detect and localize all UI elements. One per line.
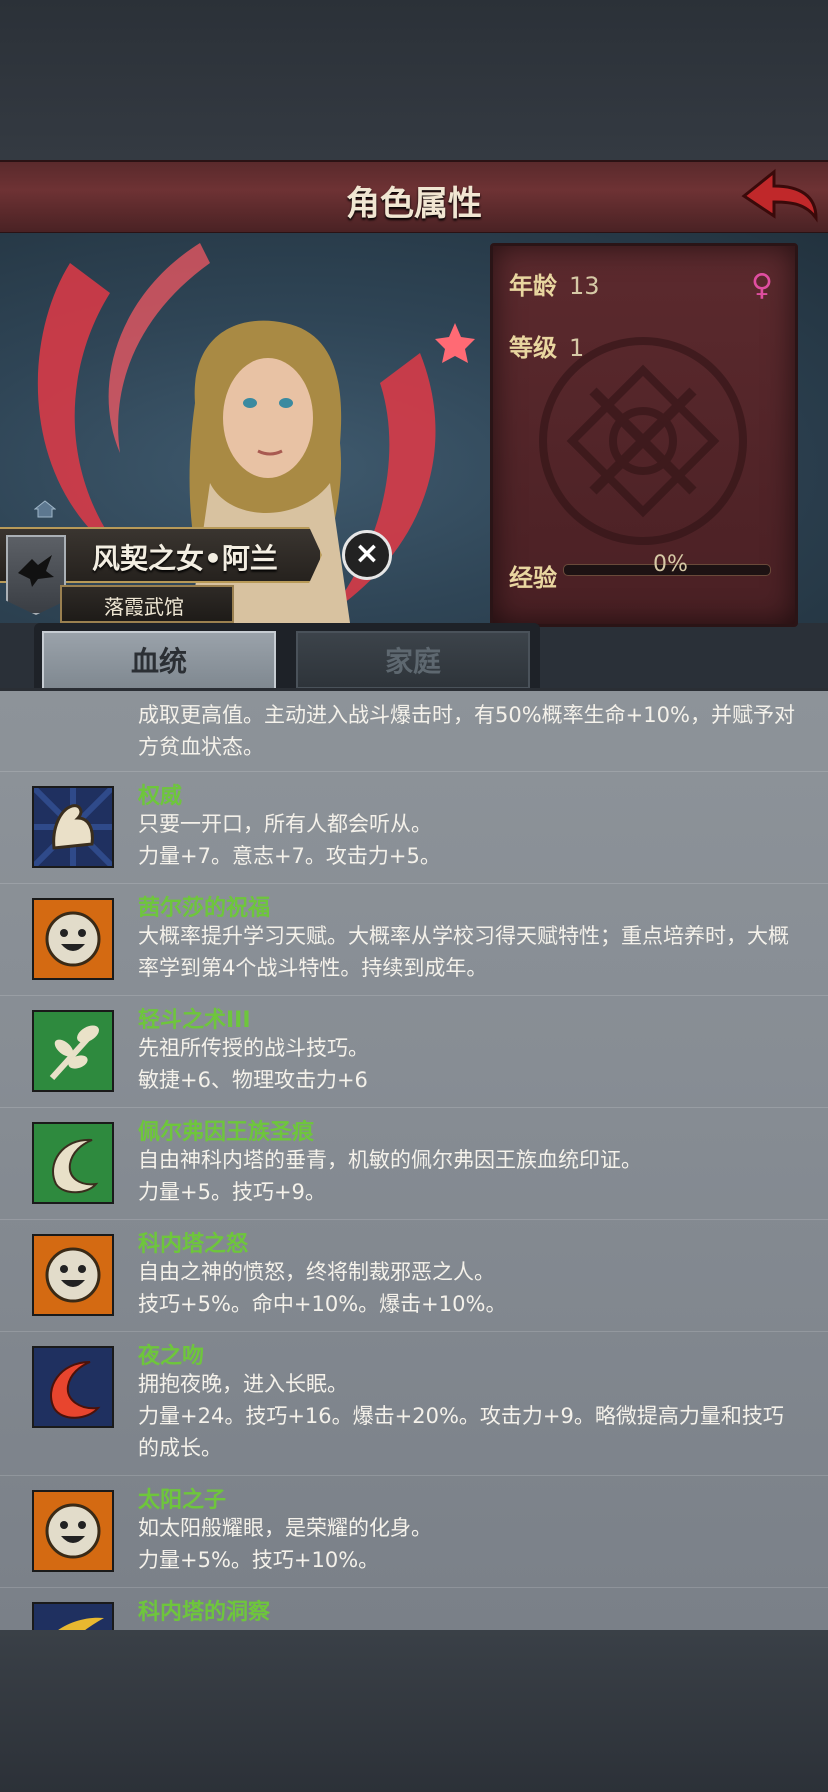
trait-effect-line: 力量+5%。技巧+10%。 — [138, 1548, 380, 1572]
crescent-claw-icon — [32, 1122, 114, 1204]
trait-item[interactable]: 茜尔莎的祝福 大概率提升学习天赋。大概率从学校习得天赋特性；重点培养时，大概率学… — [0, 883, 828, 996]
exp-percent: 0% — [653, 552, 688, 577]
trait-name: 茜尔莎的祝福 — [138, 896, 271, 921]
trait-desc-line: 拥抱夜晚，进入长眠。 — [138, 1372, 348, 1396]
stats-card: 年龄 13 ♀ 等级 1 经验 0% — [490, 243, 798, 627]
trait-desc: 自由神科内塔的垂青，机敏的佩尔弗因王族血统印证。 力量+5。技巧+9。 — [138, 1144, 798, 1208]
smiley-sun-icon — [32, 1234, 114, 1316]
trait-desc-line: 自由神科内塔的垂青，机敏的佩尔弗因王族血统印证。 — [138, 1148, 642, 1172]
trait-item[interactable]: 权威 只要一开口，所有人都会听从。 力量+7。意志+7。攻击力+5。 — [0, 771, 828, 884]
back-arrow-icon[interactable] — [740, 166, 820, 228]
close-x-icon[interactable]: × — [342, 530, 392, 580]
tab-family[interactable]: 家庭 — [296, 631, 530, 689]
trait-desc: 只要一开口，所有人都会听从。 力量+7。意志+7。攻击力+5。 — [138, 808, 798, 872]
trait-item[interactable]: 轻斗之术III 先祖所传授的战斗技巧。 敏捷+6、物理攻击力+6 — [0, 995, 828, 1108]
smiley-sun-icon — [32, 898, 114, 980]
trait-desc-continued: 成取更高值。主动进入战斗爆击时，有50%概率生命+10%，并赋予对方贫血状态。 — [138, 703, 795, 759]
character-name: 风契之女•阿兰 — [92, 542, 278, 575]
red-crescent-icon — [32, 1346, 114, 1428]
trait-effect-line: 力量+7。意志+7。攻击力+5。 — [138, 844, 441, 868]
trait-name: 轻斗之术III — [138, 1008, 251, 1033]
top-background — [0, 0, 828, 160]
title-bar: 角色属性 — [0, 160, 828, 235]
tab-bloodline[interactable]: 血统 — [42, 631, 276, 689]
trait-desc-line: 只要一开口，所有人都会听从。 — [138, 812, 432, 836]
affiliation-name: 落霞武馆 — [104, 595, 184, 619]
trait-list[interactable]: 成取更高值。主动进入战斗爆击时，有50%概率生命+10%，并赋予对方贫血状态。 … — [0, 688, 828, 1633]
trait-name: 夜之吻 — [138, 1344, 205, 1369]
female-icon: ♀ — [751, 268, 773, 303]
celtic-knot-icon — [539, 337, 747, 545]
trait-name: 科内塔之怒 — [138, 1232, 249, 1257]
age-value: 13 — [569, 272, 600, 300]
trait-desc: 自由之神的愤怒，终将制裁邪恶之人。 技巧+5%。命中+10%。爆击+10%。 — [138, 1256, 798, 1320]
trait-item[interactable]: 夜之吻 拥抱夜晚，进入长眠。 力量+24。技巧+16。爆击+20%。攻击力+9。… — [0, 1331, 828, 1476]
exp-label: 经验 — [509, 564, 557, 592]
trait-item[interactable]: 科内塔的洞察 — [0, 1587, 828, 1633]
bottom-background — [0, 1630, 828, 1792]
trait-effect-line: 力量+5。技巧+9。 — [138, 1180, 326, 1204]
trait-desc: 大概率提升学习天赋。大概率从学校习得天赋特性；重点培养时，大概率学到第4个战斗特… — [138, 920, 798, 984]
smiley-sun-icon — [32, 1490, 114, 1572]
trait-name: 权威 — [138, 784, 183, 809]
trait-desc-line: 先祖所传授的战斗技巧。 — [138, 1036, 369, 1060]
trait-desc: 如太阳般耀眼，是荣耀的化身。 力量+5%。技巧+10%。 — [138, 1512, 798, 1576]
leaf-branch-icon — [32, 1010, 114, 1092]
crow-banner-icon — [6, 535, 66, 615]
trait-item[interactable]: 佩尔弗因王族圣痕 自由神科内塔的垂青，机敏的佩尔弗因王族血统印证。 力量+5。技… — [0, 1107, 828, 1220]
trait-desc: 拥抱夜晚，进入长眠。 力量+24。技巧+16。爆击+20%。攻击力+9。略微提高… — [138, 1368, 798, 1464]
affiliation-plate: 落霞武馆 — [60, 585, 234, 623]
trait-effect-line: 敏捷+6、物理攻击力+6 — [138, 1068, 368, 1092]
exp-row: 经验 — [509, 558, 557, 593]
age-label: 年龄 — [509, 272, 557, 300]
trait-effect-line: 力量+24。技巧+16。爆击+20%。攻击力+9。略微提高力量和技巧的成长。 — [138, 1404, 784, 1460]
trait-effect-line: 技巧+5%。命中+10%。爆击+10%。 — [138, 1292, 507, 1316]
trait-desc: 先祖所传授的战斗技巧。 敏捷+6、物理攻击力+6 — [138, 1032, 798, 1096]
trait-name: 科内塔的洞察 — [138, 1600, 271, 1625]
tab-bar: 血统 家庭 — [34, 623, 540, 689]
trait-name: 太阳之子 — [138, 1488, 227, 1513]
trait-item[interactable]: 太阳之子 如太阳般耀眼，是荣耀的化身。 力量+5%。技巧+10%。 — [0, 1475, 828, 1588]
trait-desc-line: 大概率提升学习天赋。大概率从学校习得天赋特性；重点培养时，大概率学到第4个战斗特… — [138, 924, 789, 980]
trait-name: 佩尔弗因王族圣痕 — [138, 1120, 315, 1145]
trait-desc-line: 如太阳般耀眼，是荣耀的化身。 — [138, 1516, 432, 1540]
home-icon — [34, 500, 56, 518]
golden-wing-icon — [32, 1602, 114, 1633]
page-title: 角色属性 — [346, 184, 482, 224]
flexed-arm-icon — [32, 786, 114, 868]
age-row: 年龄 13 — [509, 266, 600, 301]
trait-desc-line: 自由之神的愤怒，终将制裁邪恶之人。 — [138, 1260, 495, 1284]
trait-item[interactable]: 科内塔之怒 自由之神的愤怒，终将制裁邪恶之人。 技巧+5%。命中+10%。爆击+… — [0, 1219, 828, 1332]
